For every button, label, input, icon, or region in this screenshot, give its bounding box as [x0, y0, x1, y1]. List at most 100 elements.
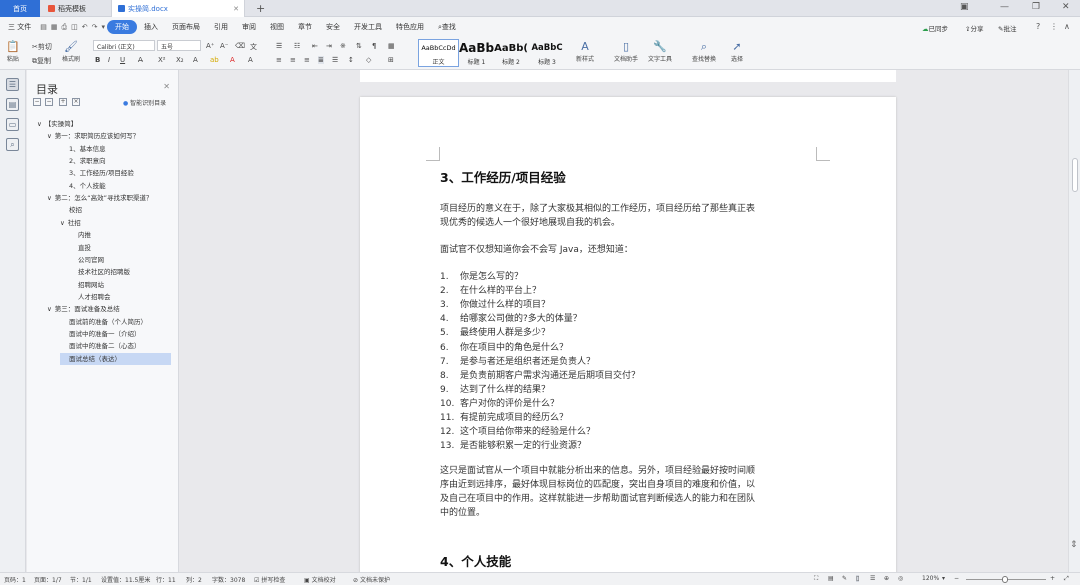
- save-icon[interactable]: ▤: [40, 23, 47, 31]
- style-heading-1[interactable]: AaBb 标题 1: [456, 39, 497, 67]
- align-right-icon[interactable]: ≡: [304, 56, 310, 64]
- toc-item[interactable]: 面试中的准备一（介绍）: [60, 328, 141, 340]
- paragraph-3-line-2[interactable]: 序由近到远排序，最好体现目标岗位的匹配度，突出自身项目的难度和价值，以: [440, 478, 755, 492]
- toc-item[interactable]: 面试前的准备（个人简历）: [60, 316, 147, 328]
- document-page[interactable]: 3、工作经历/项目经验 项目经历的意义在于，除了大家极其相似的工作经历，项目经历…: [360, 97, 896, 572]
- decrease-indent-icon[interactable]: ⇤: [312, 42, 318, 50]
- list-item[interactable]: 3. 你做过什么样的项目？: [440, 298, 550, 312]
- eye-protect-icon[interactable]: ◎: [898, 575, 903, 582]
- sync-status[interactable]: ☁已同步: [922, 23, 948, 33]
- paragraph-2[interactable]: 面试官不仅想知道你会不会写 Java，还想知道：: [440, 243, 633, 257]
- subscript-icon[interactable]: X₂: [176, 56, 184, 64]
- chinese-layout-icon[interactable]: ※: [340, 42, 346, 50]
- comment-button[interactable]: ✎批注: [998, 23, 1016, 33]
- underline-icon[interactable]: U: [120, 56, 125, 64]
- toc-item[interactable]: 面试中的准备二（心态）: [60, 340, 141, 352]
- style-heading-3[interactable]: AaBbC 标题 3: [528, 39, 566, 67]
- list-item[interactable]: 4. 给哪家公司做的?多大的体量？: [440, 312, 582, 326]
- copy-button[interactable]: ⧉复制: [32, 56, 51, 66]
- borders-icon[interactable]: ▦: [388, 42, 395, 50]
- toc-item[interactable]: 3、工作经历/项目经验: [60, 167, 134, 179]
- clear-format-icon[interactable]: ⌫: [235, 42, 245, 50]
- style-normal[interactable]: AaBbCcDd 正文: [418, 39, 459, 67]
- align-center-icon[interactable]: ≡: [290, 56, 296, 64]
- menu-start[interactable]: 开始: [106, 20, 137, 34]
- page-navigator-icon[interactable]: ⇕: [1070, 540, 1078, 550]
- toc-item[interactable]: 校招: [60, 204, 82, 216]
- window-badge-icon[interactable]: ▣: [960, 2, 969, 12]
- superscript-icon[interactable]: X²: [158, 56, 166, 64]
- vertical-scrollbar[interactable]: ⇕: [1068, 70, 1080, 572]
- close-window-icon[interactable]: ✕: [1062, 2, 1070, 12]
- text-effect-icon[interactable]: A: [193, 56, 198, 64]
- shading-icon[interactable]: ◇: [366, 56, 371, 64]
- chapter-panel-icon[interactable]: ▤: [6, 98, 19, 111]
- menu-search[interactable]: ⌕查找: [431, 22, 463, 32]
- tab-home[interactable]: 首页: [0, 0, 40, 17]
- format-painter-button[interactable]: 🖌 格式刷: [62, 40, 80, 63]
- redo-icon[interactable]: ↷: [92, 23, 98, 31]
- toc-item[interactable]: 公司官网: [69, 254, 104, 266]
- increase-indent-icon[interactable]: ⇥: [326, 42, 332, 50]
- text-tools-button[interactable]: 🔧 文字工具: [648, 40, 672, 63]
- expand-toggle-icon[interactable]: ∨: [47, 132, 52, 140]
- close-pane-icon[interactable]: ✕: [163, 82, 170, 91]
- line-spacing-icon[interactable]: ↕: [348, 56, 354, 64]
- toc-item[interactable]: ∨ 社招: [60, 217, 81, 229]
- read-mode-icon[interactable]: ▤: [828, 575, 834, 582]
- search-panel-icon[interactable]: ⌕: [6, 138, 19, 151]
- font-color-icon[interactable]: A: [230, 56, 235, 64]
- export-pdf-icon[interactable]: ▦: [51, 23, 58, 31]
- list-item[interactable]: 11. 有提前完成项目的经历么？: [440, 411, 568, 425]
- doc-protect-button[interactable]: ⊘ 文档未保护: [353, 575, 390, 584]
- toc-item[interactable]: 内推: [69, 229, 91, 241]
- heading-work-experience[interactable]: 3、工作经历/项目经验: [440, 167, 566, 186]
- toc-item[interactable]: 2、求职意向: [60, 155, 106, 167]
- pinyin-icon[interactable]: 文: [250, 42, 257, 52]
- list-item[interactable]: 13. 是否能够积累一定的行业资源？: [440, 439, 586, 453]
- toc-item[interactable]: 招聘网站: [69, 279, 104, 291]
- numbering-icon[interactable]: ☷: [294, 42, 300, 50]
- toc-item[interactable]: ∨ 第一：求职简历应该如何写？: [47, 130, 139, 142]
- close-tab-icon[interactable]: ✕: [233, 5, 239, 13]
- menu-insert[interactable]: 插入: [137, 22, 165, 32]
- paragraph-1-line-2[interactable]: 现优秀的候选人一个很好地展现自我的机会。: [440, 216, 620, 230]
- tab-templates[interactable]: 稻壳模板: [42, 0, 110, 17]
- list-item[interactable]: 6. 你在项目中的角色是什么？: [440, 341, 568, 355]
- list-item[interactable]: 10. 客户对你的评价是什么？: [440, 397, 559, 411]
- toc-item[interactable]: ∨ 第二：怎么“高效”寻找求职渠道？: [47, 192, 153, 204]
- toc-item[interactable]: 人才招聘会: [69, 291, 111, 303]
- highlight-icon[interactable]: ab: [210, 56, 219, 64]
- bold-icon[interactable]: B: [95, 56, 100, 64]
- toc-item[interactable]: 直投: [69, 242, 91, 254]
- menu-layout[interactable]: 页面布局: [165, 22, 207, 32]
- list-item[interactable]: 5. 最终使用人群是多少？: [440, 326, 550, 340]
- menu-features[interactable]: 特色应用: [389, 22, 431, 32]
- font-name-select[interactable]: Calibri (正文): [93, 40, 155, 51]
- zoom-dropdown-icon[interactable]: ▾: [942, 575, 945, 582]
- new-style-button[interactable]: A 新样式: [576, 40, 594, 63]
- paragraph-3-line-1[interactable]: 这只是面试官从一个项目中就能分析出来的信息。另外，项目经验最好按时间顺: [440, 464, 755, 478]
- paste-button[interactable]: 📋 粘贴: [6, 40, 20, 63]
- expand-toggle-icon[interactable]: ∨: [47, 194, 52, 202]
- sort-icon[interactable]: ⇅: [356, 42, 362, 50]
- menu-chapter[interactable]: 章节: [291, 22, 319, 32]
- share-button[interactable]: ⇪分享: [965, 23, 983, 33]
- menu-references[interactable]: 引用: [207, 22, 235, 32]
- bookmark-panel-icon[interactable]: ▭: [6, 118, 19, 131]
- spell-check-button[interactable]: ☑ 拼写检查: [254, 575, 285, 584]
- font-size-select[interactable]: 五号: [157, 40, 201, 51]
- toc-item[interactable]: 4、个人技能: [60, 180, 106, 192]
- zoom-level[interactable]: 120%: [922, 575, 939, 582]
- expand-toggle-icon[interactable]: ∨: [47, 305, 52, 313]
- toc-panel-icon[interactable]: ☰: [6, 78, 19, 91]
- menu-view[interactable]: 视图: [263, 22, 291, 32]
- web-view-icon[interactable]: ⊕: [884, 575, 889, 582]
- shrink-font-icon[interactable]: A⁻: [220, 42, 228, 50]
- status-page-number[interactable]: 页码：1: [4, 575, 26, 584]
- zoom-in-icon[interactable]: +: [1050, 575, 1055, 582]
- toc-item[interactable]: 1、基本信息: [60, 143, 106, 155]
- list-item[interactable]: 9. 达到了什么样的结果？: [440, 383, 550, 397]
- bullets-icon[interactable]: ☰: [276, 42, 282, 50]
- style-heading-2[interactable]: AaBb( 标题 2: [492, 39, 530, 67]
